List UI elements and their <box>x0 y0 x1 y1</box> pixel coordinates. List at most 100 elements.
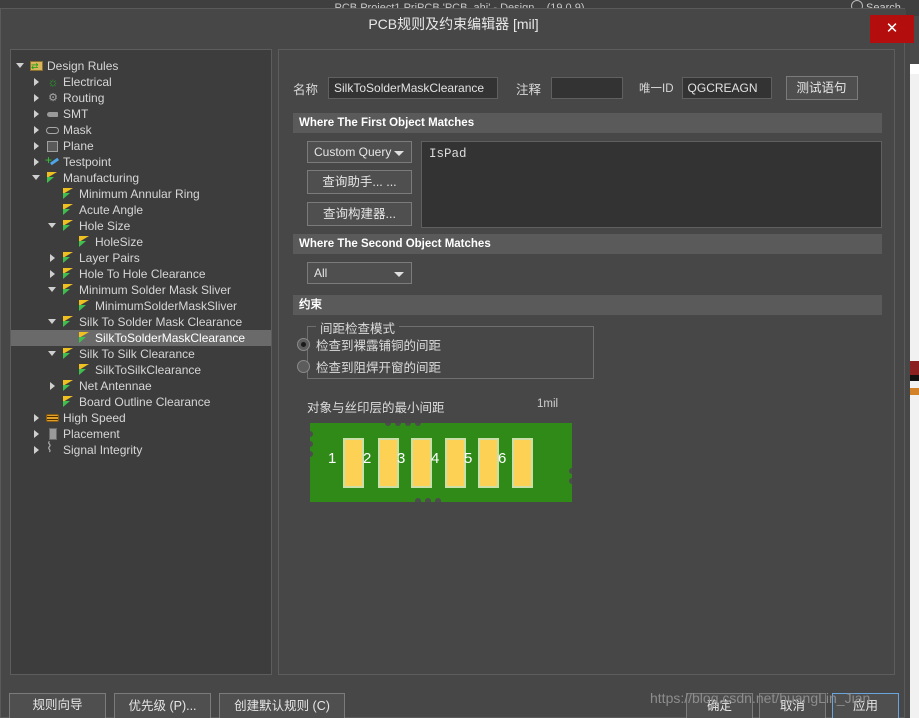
unique-id-input[interactable] <box>681 77 772 99</box>
tree-item-content: Manufacturing <box>42 170 142 186</box>
tree-item-content: High Speed <box>42 410 129 426</box>
tree-item-label: HoleSize <box>95 235 144 249</box>
radio-check-solder-mask-opening[interactable]: 检查到阻焊开窗的间距 <box>297 360 441 376</box>
apply-button[interactable]: 应用 <box>832 693 899 718</box>
twisty-expanded-icon[interactable] <box>47 218 58 234</box>
board-notch <box>569 468 572 474</box>
flag-rule-icon <box>61 314 77 330</box>
flag-rule-icon <box>45 170 61 186</box>
tree-item-silktosoldermaskclearance[interactable]: SilkToSolderMaskClearance <box>11 330 271 346</box>
rule-name-input[interactable] <box>328 77 499 99</box>
folder-rules-icon <box>29 58 45 74</box>
board-notch <box>435 498 441 502</box>
tree-item-signal-integrity[interactable]: Signal Integrity <box>11 439 271 458</box>
twisty-expanded-icon[interactable] <box>31 170 42 186</box>
twisty-expanded-icon[interactable] <box>15 58 26 74</box>
comment-input[interactable] <box>551 77 624 99</box>
query-builder-button[interactable]: 查询构建器... ... <box>307 202 412 243</box>
tree-item-testpoint[interactable]: Testpoint <box>11 152 271 170</box>
twisty-collapsed-icon[interactable] <box>31 122 42 138</box>
testpoint-icon <box>45 152 61 170</box>
tree-item-content: Placement <box>42 426 123 442</box>
dialog-footer: 规则向导 (R)... 优先级 (P)... 创建默认规则 (C) 确定 取消 … <box>1 685 906 718</box>
name-label: 名称 <box>293 82 319 97</box>
tree-item-silk-to-silk-clearance[interactable]: Silk To Silk Clearance <box>11 346 271 362</box>
tree-item-manufacturing[interactable]: Manufacturing <box>11 170 271 186</box>
tree-item-label: Minimum Annular Ring <box>79 187 200 201</box>
flag-rule-icon <box>77 330 93 346</box>
mask-icon <box>45 122 61 138</box>
tree-item-net-antennae[interactable]: Net Antennae <box>11 378 271 394</box>
tree-item-minimum-annular-ring[interactable]: Minimum Annular Ring <box>11 186 271 202</box>
twisty-collapsed-icon[interactable] <box>47 378 58 394</box>
board-notch <box>415 423 421 426</box>
radio-check-exposed-copper[interactable]: 检查到裸露铺铜的间距 <box>297 338 441 354</box>
strip-segment <box>910 361 919 375</box>
routing-icon <box>45 90 61 106</box>
radio-label: 检查到阻焊开窗的间距 <box>316 361 442 375</box>
tree-item-high-speed[interactable]: High Speed <box>11 410 271 426</box>
pcb-preview-graphic: 1 2 3 4 5 6 <box>310 423 572 502</box>
tree-item-layer-pairs[interactable]: Layer Pairs <box>11 250 271 266</box>
twisty-collapsed-icon[interactable] <box>31 154 42 170</box>
tree-item-silk-to-solder-mask-clearance[interactable]: Silk To Solder Mask Clearance <box>11 314 271 330</box>
ok-button[interactable]: 确定 <box>686 693 753 718</box>
priorities-button[interactable]: 优先级 (P)... <box>114 693 211 718</box>
board-notch <box>310 441 313 447</box>
board-notch <box>415 498 421 502</box>
design-rules-tree[interactable]: Design Rules Electrical Routing SMT Mask Plan… <box>10 49 272 675</box>
twisty-collapsed-icon[interactable] <box>31 410 42 426</box>
twisty-expanded-icon[interactable] <box>47 346 58 362</box>
twisty-collapsed-icon[interactable] <box>47 250 58 266</box>
close-icon[interactable]: ✕ <box>870 15 914 43</box>
tree-item-hole-size[interactable]: Hole Size <box>11 218 271 234</box>
flag-rule-icon <box>61 186 77 202</box>
twisty-collapsed-icon[interactable] <box>31 90 42 106</box>
tree-item-label: SilkToSolderMaskClearance <box>95 331 246 345</box>
first-object-query-text[interactable]: IsPad <box>421 141 882 228</box>
query-helper-button[interactable]: 查询助手... ... <box>307 170 412 194</box>
cancel-button[interactable]: 取消 <box>759 693 826 718</box>
min-clearance-value[interactable]: 1mil <box>537 398 558 410</box>
tree-item-label: Mask <box>63 123 92 137</box>
pcb-pad-number: 2 <box>363 450 372 467</box>
twisty-expanded-icon[interactable] <box>47 282 58 298</box>
tree-item-silktosilkclearance[interactable]: SilkToSilkClearance <box>11 362 271 378</box>
twisty-collapsed-icon[interactable] <box>47 266 58 282</box>
tree-item-acute-angle[interactable]: Acute Angle <box>11 202 271 218</box>
tree-item-minimumsoldermasksliver[interactable]: MinimumSolderMaskSliver <box>11 298 271 314</box>
flag-rule-icon <box>61 378 77 394</box>
tree-item-content: Silk To Solder Mask Clearance <box>58 314 245 330</box>
radio-label: 检查到裸露铺铜的间距 <box>316 339 442 353</box>
rule-wizard-button[interactable]: 规则向导 (R)... <box>9 693 106 718</box>
twisty-collapsed-icon[interactable] <box>31 106 42 122</box>
create-default-rules-button[interactable]: 创建默认规则 (C) <box>219 693 345 718</box>
tree-item-hole-to-hole-clearance[interactable]: Hole To Hole Clearance <box>11 266 271 282</box>
tree-item-label: Silk To Silk Clearance <box>79 347 195 361</box>
pcb-pad-number: 3 <box>397 450 406 467</box>
twisty-collapsed-icon[interactable] <box>31 74 42 90</box>
pcb-pad <box>411 438 432 488</box>
tree-item-content: Signal Integrity <box>42 439 145 458</box>
twisty-collapsed-icon[interactable] <box>31 138 42 154</box>
test-query-button[interactable]: 测试语句 <box>785 76 858 100</box>
second-object-scope-select[interactable]: All <box>307 262 412 284</box>
tree-item-label: High Speed <box>63 411 126 425</box>
first-object-scope-select[interactable]: Custom Query <box>307 141 412 163</box>
tree-item-electrical[interactable]: Electrical <box>11 74 271 90</box>
tree-item-content: Net Antennae <box>58 378 155 394</box>
tree-item-label: SilkToSilkClearance <box>95 363 202 377</box>
twisty-expanded-icon[interactable] <box>47 314 58 330</box>
tree-item-mask[interactable]: Mask <box>11 122 271 138</box>
tree-item-design-rules[interactable]: Design Rules <box>11 58 271 74</box>
tree-item-board-outline-clearance[interactable]: Board Outline Clearance <box>11 394 271 410</box>
tree-item-smt[interactable]: SMT <box>11 106 271 122</box>
tree-item-routing[interactable]: Routing <box>11 90 271 106</box>
tree-item-holesize[interactable]: HoleSize <box>11 234 271 250</box>
twisty-collapsed-icon[interactable] <box>31 442 42 458</box>
pcb-pad-number: 6 <box>498 450 507 467</box>
twisty-collapsed-icon[interactable] <box>31 426 42 442</box>
tree-item-minimum-solder-mask-sliver[interactable]: Minimum Solder Mask Sliver <box>11 282 271 298</box>
